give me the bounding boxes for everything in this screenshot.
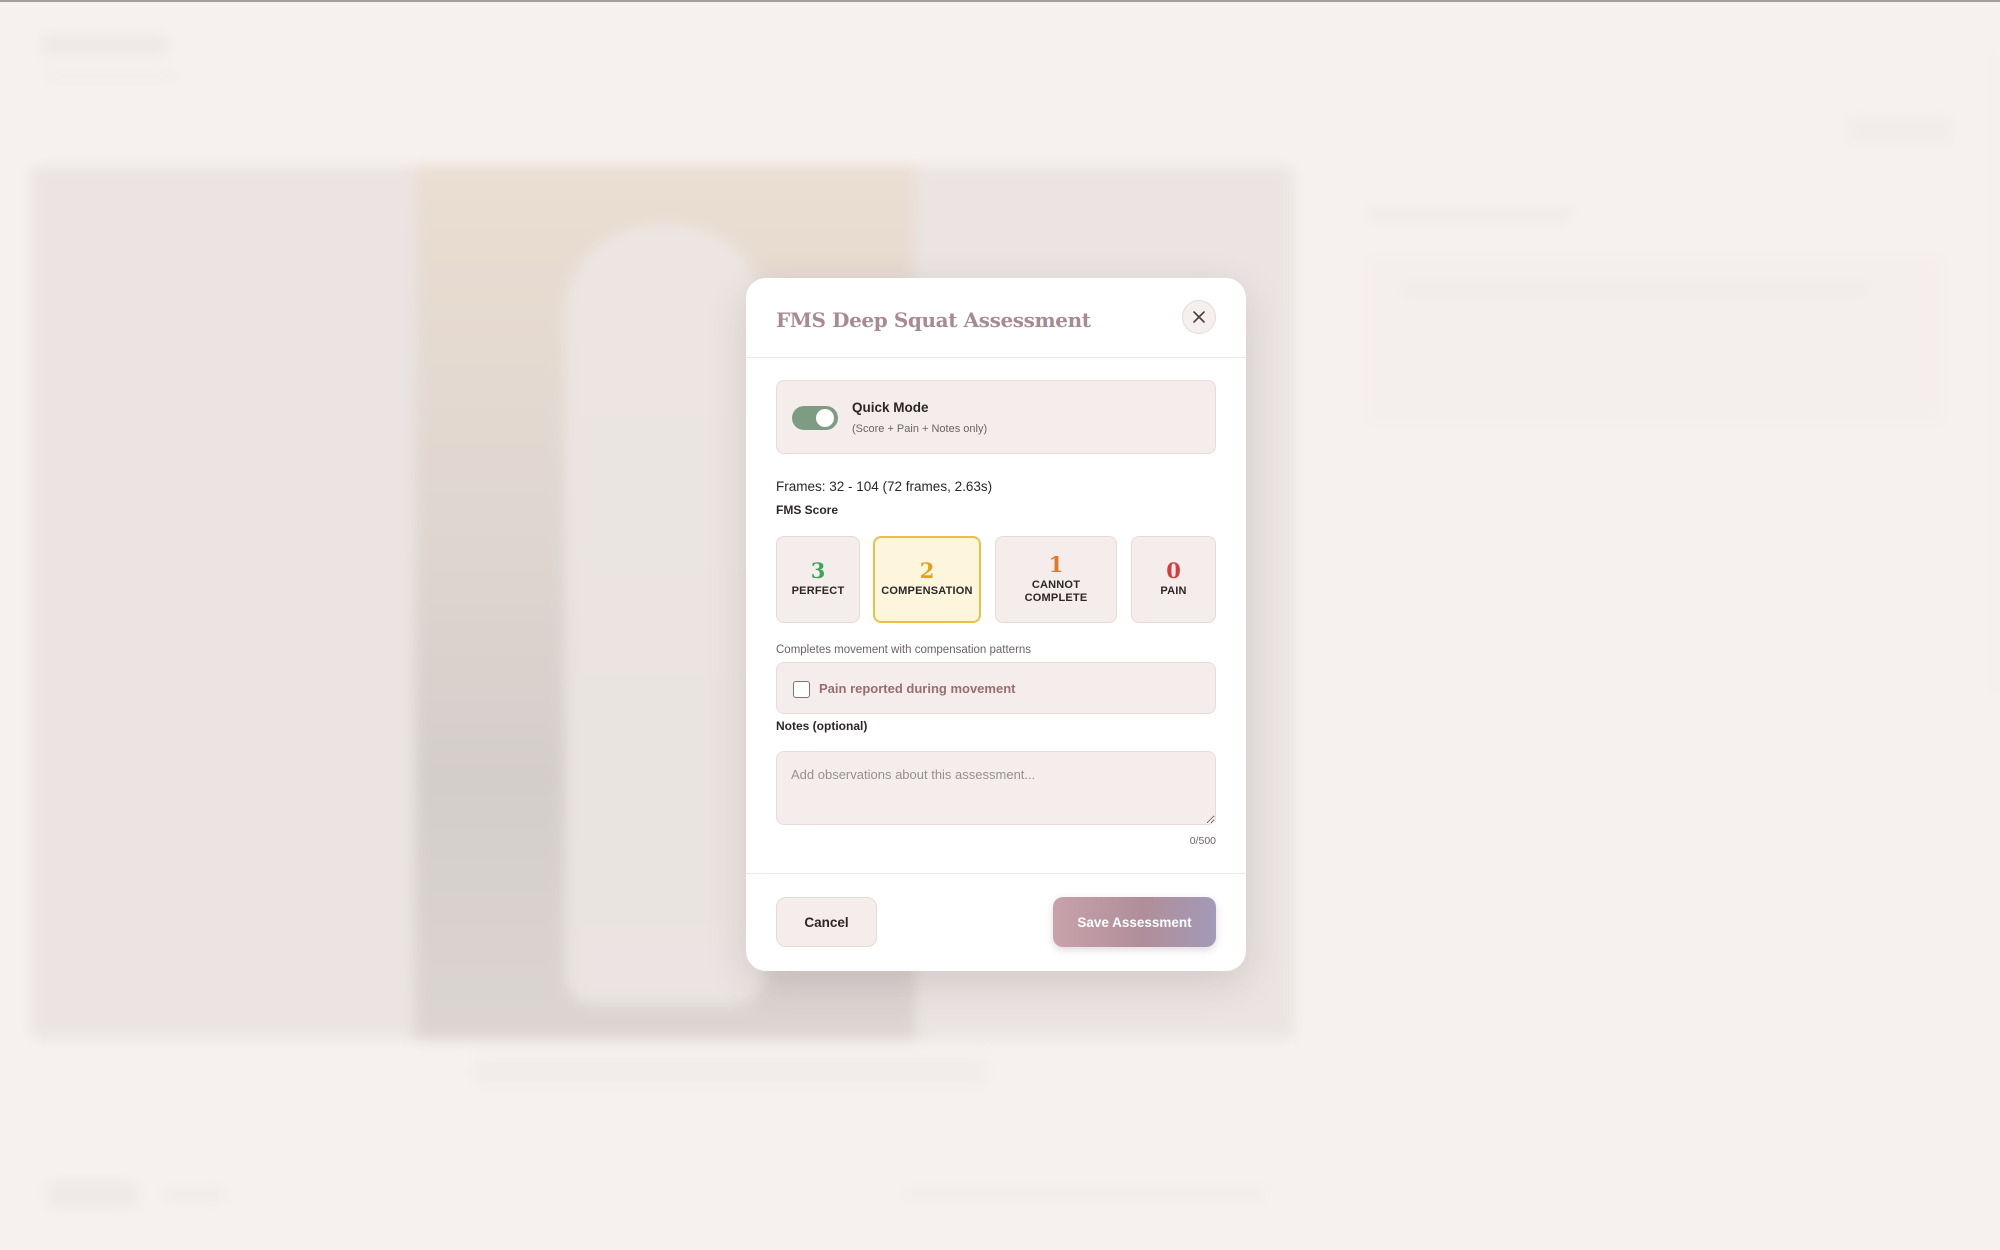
score-value: 2 bbox=[919, 558, 935, 584]
score-value: 0 bbox=[1166, 558, 1181, 584]
close-icon bbox=[1193, 311, 1205, 323]
score-label: CANNOT COMPLETE bbox=[1024, 578, 1088, 604]
quick-mode-sublabel: (Score + Pain + Notes only) bbox=[852, 423, 988, 435]
modal-title: FMS Deep Squat Assessment bbox=[776, 308, 1091, 332]
pain-checkbox-label: Pain reported during movement bbox=[819, 681, 1016, 696]
quick-mode-panel: Quick Mode (Score + Pain + Notes only) bbox=[776, 380, 1216, 454]
frames-info: Frames: 32 - 104 (72 frames, 2.63s) bbox=[776, 479, 993, 494]
modal-header: FMS Deep Squat Assessment bbox=[746, 278, 1246, 358]
notes-label: Notes (optional) bbox=[776, 719, 868, 733]
score-value: 1 bbox=[1048, 551, 1064, 577]
notes-textarea[interactable] bbox=[776, 751, 1216, 825]
toggle-knob bbox=[816, 409, 834, 427]
score-description: Completes movement with compensation pat… bbox=[776, 644, 1032, 656]
quick-mode-label: Quick Mode bbox=[852, 400, 929, 415]
score-option-3[interactable]: 3 PERFECT bbox=[776, 536, 860, 623]
cancel-button[interactable]: Cancel bbox=[776, 897, 877, 947]
score-label: PAIN bbox=[1160, 585, 1187, 598]
score-label: COMPENSATION bbox=[881, 585, 973, 598]
footer-divider bbox=[746, 873, 1246, 874]
score-option-2[interactable]: 2 COMPENSATION bbox=[873, 536, 981, 623]
close-button[interactable] bbox=[1182, 300, 1216, 334]
save-assessment-button[interactable]: Save Assessment bbox=[1053, 897, 1216, 947]
pain-checkbox[interactable] bbox=[793, 681, 810, 698]
pain-checkbox-row[interactable]: Pain reported during movement bbox=[776, 662, 1216, 714]
score-label: PERFECT bbox=[791, 585, 845, 598]
fms-assessment-modal: FMS Deep Squat Assessment Quick Mode (Sc… bbox=[746, 278, 1246, 971]
quick-mode-toggle[interactable] bbox=[792, 406, 838, 430]
score-option-0[interactable]: 0 PAIN bbox=[1131, 536, 1216, 623]
notes-char-counter: 0/500 bbox=[1189, 835, 1216, 847]
score-option-1[interactable]: 1 CANNOT COMPLETE bbox=[995, 536, 1117, 623]
score-value: 3 bbox=[810, 558, 826, 584]
fms-score-label: FMS Score bbox=[776, 503, 839, 517]
